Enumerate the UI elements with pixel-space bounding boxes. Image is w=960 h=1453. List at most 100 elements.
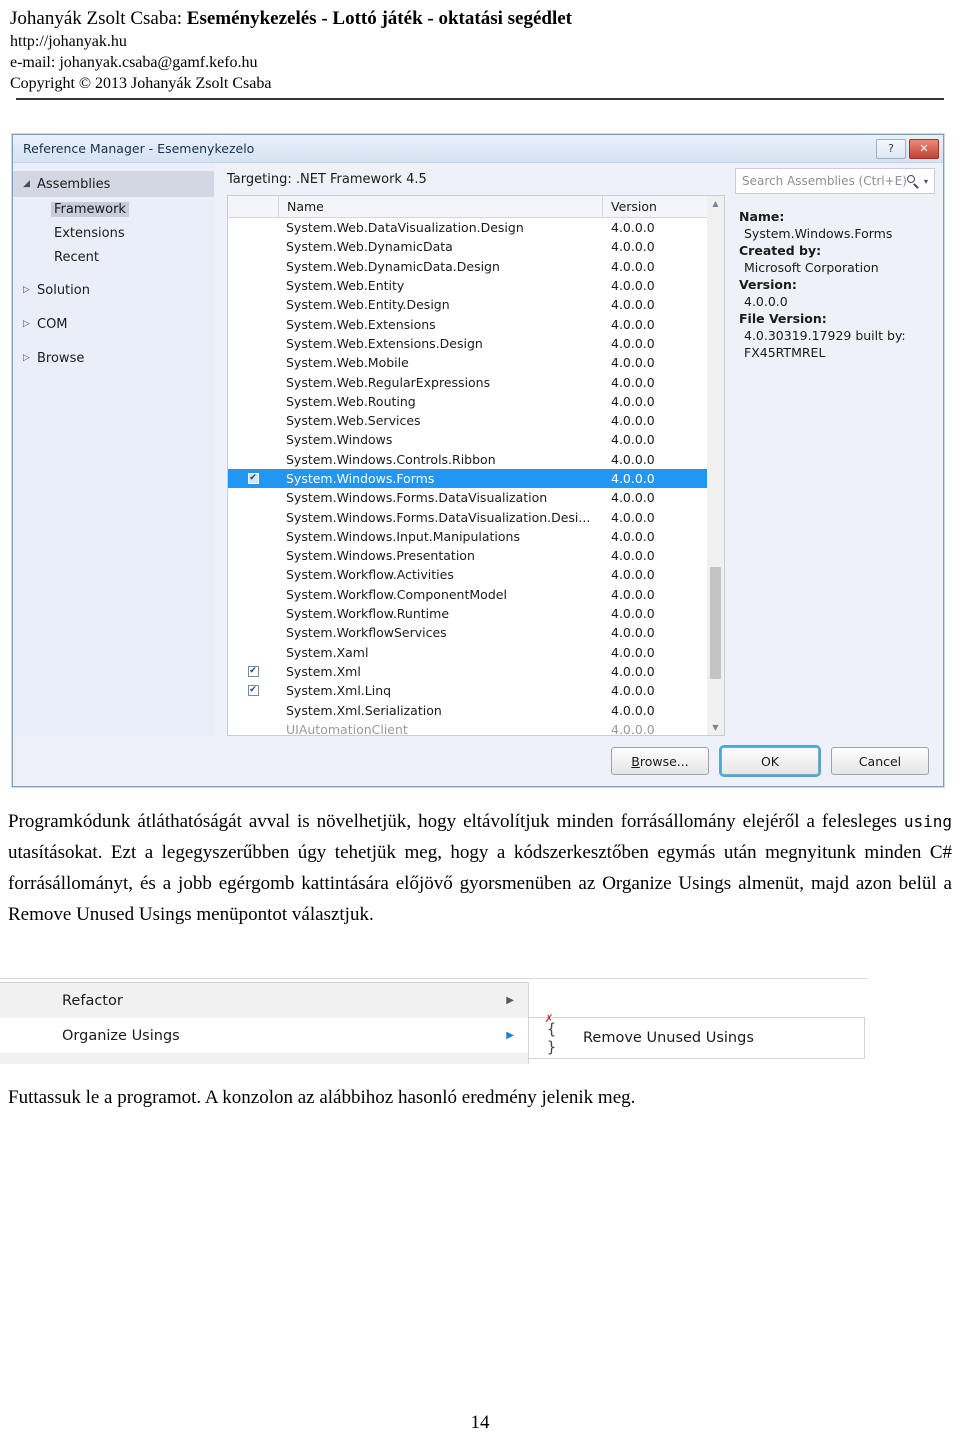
table-row[interactable]: System.Web.Extensions 4.0.0.0 — [228, 314, 707, 333]
sidebar-item-com[interactable]: ▷ COM — [13, 311, 214, 337]
table-row[interactable]: System.WorkflowServices 4.0.0.0 — [228, 623, 707, 642]
details-panel: Search Assemblies (Ctrl+E) ▾ Name: Syste… — [725, 163, 943, 736]
cell-assembly-name: System.Workflow.Runtime — [286, 606, 450, 622]
sidebar-item-assemblies[interactable]: ◢ Assemblies — [13, 171, 214, 197]
cell-assembly-version: 4.0.0.0 — [611, 374, 655, 390]
table-row[interactable]: System.Web.Extensions.Design 4.0.0.0 — [228, 334, 707, 353]
table-row[interactable]: System.Xml.Linq 4.0.0.0 — [228, 681, 707, 700]
sidebar-item-framework[interactable]: Framework — [13, 197, 214, 221]
paragraph-part-b: utasításokat. Ezt a legegyszerűbben úgy … — [8, 842, 952, 925]
table-row[interactable]: System.Windows.Forms 4.0.0.0 — [228, 468, 707, 489]
table-row[interactable]: System.Workflow.ComponentModel 4.0.0.0 — [228, 585, 707, 604]
table-row[interactable]: System.Workflow.Activities 4.0.0.0 — [228, 565, 707, 584]
detail-createdby-label: Created by: — [739, 243, 822, 258]
table-row[interactable]: System.Xml 4.0.0.0 — [228, 662, 707, 681]
search-icon[interactable] — [906, 174, 920, 188]
browse-rest: rowse... — [639, 753, 689, 769]
sidebar-item-extensions[interactable]: Extensions — [13, 221, 214, 245]
list-scrollbar[interactable]: ▲ ▼ — [707, 195, 725, 736]
cell-assembly-version: 4.0.0.0 — [611, 220, 655, 236]
sidebar-item-recent[interactable]: Recent — [13, 245, 214, 269]
cell-assembly-version: 4.0.0.0 — [611, 297, 655, 313]
cell-assembly-version: 4.0.0.0 — [611, 721, 655, 735]
dialog-body: ◢ Assemblies Framework Extensions Recent… — [13, 163, 943, 736]
cell-assembly-name: System.Windows.Input.Manipulations — [286, 528, 520, 544]
table-row[interactable]: System.Web.Entity 4.0.0.0 — [228, 276, 707, 295]
scroll-down-icon[interactable]: ▼ — [707, 720, 724, 735]
cell-assembly-version: 4.0.0.0 — [611, 586, 655, 602]
sidebar-item-label: Extensions — [54, 225, 125, 241]
table-row[interactable]: System.Xaml 4.0.0.0 — [228, 643, 707, 662]
search-box[interactable]: Search Assemblies (Ctrl+E) ▾ — [735, 168, 935, 194]
sidebar-item-label: Framework — [51, 201, 129, 217]
checkbox-checked-icon[interactable] — [247, 473, 259, 484]
row-checkbox-cell[interactable] — [228, 685, 278, 697]
search-input[interactable]: Search Assemblies (Ctrl+E) — [742, 174, 907, 188]
cell-assembly-name: System.Xml — [286, 663, 361, 679]
dialog-footer: Browse... OK Cancel — [13, 736, 943, 786]
column-header-name[interactable]: Name — [279, 196, 603, 217]
table-row[interactable]: System.Windows.Input.Manipulations 4.0.0.… — [228, 527, 707, 546]
reference-manager-dialog: Reference Manager - Esemenykezelo ? ✕ ◢ … — [12, 134, 944, 787]
browse-button[interactable]: Browse... — [611, 747, 709, 775]
detail-fileversion-value-line2: FX45RTMREL — [744, 345, 826, 360]
table-row[interactable]: System.Web.Services 4.0.0.0 — [228, 411, 707, 430]
chevron-right-icon: ▶ — [506, 995, 514, 1006]
column-header-version[interactable]: Version — [603, 196, 707, 217]
row-checkbox-cell[interactable] — [228, 665, 278, 677]
scrollbar-thumb[interactable] — [710, 567, 721, 680]
cell-assembly-version: 4.0.0.0 — [611, 393, 655, 409]
cell-assembly-name: System.Web.Routing — [286, 393, 416, 409]
cell-assembly-version: 4.0.0.0 — [611, 258, 655, 274]
menu-item-label: Organize Usings — [62, 1027, 180, 1044]
cell-assembly-name: System.Windows.Forms.DataVisualization — [286, 490, 548, 506]
checkbox-checked-icon[interactable] — [247, 665, 259, 677]
scrollbar-track[interactable] — [707, 211, 724, 720]
dialog-title: Reference Manager - Esemenykezelo — [23, 141, 255, 156]
table-row[interactable]: System.Web.DataVisualization.Design 4.0.0… — [228, 218, 707, 237]
remove-usings-icon: ✗{ } — [545, 1011, 573, 1056]
chevron-down-icon[interactable]: ▾ — [924, 177, 928, 186]
detail-fileversion-value-line1: 4.0.30319.17929 built by: — [744, 328, 906, 343]
assembly-table: Name Version System.Web.DataVisualizatio… — [227, 195, 707, 736]
table-row[interactable]: System.Windows 4.0.0.0 — [228, 430, 707, 449]
checkbox-checked-icon[interactable] — [247, 685, 259, 697]
cell-assembly-name: System.Windows.Presentation — [286, 548, 475, 564]
sidebar-item-browse[interactable]: ▷ Browse — [13, 345, 214, 371]
cancel-button[interactable]: Cancel — [831, 747, 929, 775]
table-row[interactable]: System.Web.DynamicData.Design 4.0.0.0 — [228, 257, 707, 276]
table-row[interactable]: UIAutomationClient 4.0.0.0 — [228, 720, 707, 735]
cell-assembly-name: System.Xml.Serialization — [286, 702, 442, 718]
detail-createdby-value: Microsoft Corporation — [744, 260, 879, 275]
close-icon[interactable]: ✕ — [909, 138, 939, 159]
menu-item-organize-usings[interactable]: Organize Usings ▶ — [0, 1018, 528, 1053]
cell-assembly-version: 4.0.0.0 — [611, 316, 655, 332]
table-row[interactable]: System.Web.DynamicData 4.0.0.0 — [228, 237, 707, 256]
table-row[interactable]: System.Web.Mobile 4.0.0.0 — [228, 353, 707, 372]
cell-assembly-name: System.Web.Mobile — [286, 355, 409, 371]
cell-assembly-version: 4.0.0.0 — [611, 606, 655, 622]
table-row[interactable]: System.Workflow.Runtime 4.0.0.0 — [228, 604, 707, 623]
sidebar-item-label: Browse — [37, 350, 85, 366]
help-button[interactable]: ? — [876, 138, 906, 159]
chevron-right-icon: ▷ — [23, 285, 30, 295]
table-row[interactable]: System.Windows.Forms.DataVisualization 4.… — [228, 488, 707, 507]
table-row[interactable]: System.Web.Entity.Design 4.0.0.0 — [228, 295, 707, 314]
dialog-titlebar: Reference Manager - Esemenykezelo ? ✕ — [13, 135, 943, 163]
table-row[interactable]: System.Xml.Serialization 4.0.0.0 — [228, 700, 707, 719]
menu-item-refactor[interactable]: Refactor ▶ — [0, 983, 528, 1018]
table-row[interactable]: System.Web.Routing 4.0.0.0 — [228, 392, 707, 411]
row-checkbox-cell[interactable] — [228, 473, 278, 484]
assembly-list-panel: Targeting: .NET Framework 4.5 Name Versi… — [215, 163, 725, 736]
assembly-list-wrapper: Name Version System.Web.DataVisualizatio… — [227, 195, 725, 736]
ok-button[interactable]: OK — [721, 747, 819, 775]
menu-item-clipped[interactable] — [0, 1053, 528, 1064]
table-row[interactable]: System.Windows.Forms.DataVisualization.D… — [228, 507, 707, 526]
submenu-remove-unused-usings[interactable]: ✗{ } Remove Unused Usings — [528, 1011, 865, 1059]
sidebar-item-solution[interactable]: ▷ Solution — [13, 277, 214, 303]
table-row[interactable]: System.Web.RegularExpressions 4.0.0.0 — [228, 372, 707, 391]
table-row[interactable]: System.Windows.Presentation 4.0.0.0 — [228, 546, 707, 565]
table-row[interactable]: System.Windows.Controls.Ribbon 4.0.0.0 — [228, 450, 707, 469]
scroll-up-icon[interactable]: ▲ — [707, 196, 724, 211]
